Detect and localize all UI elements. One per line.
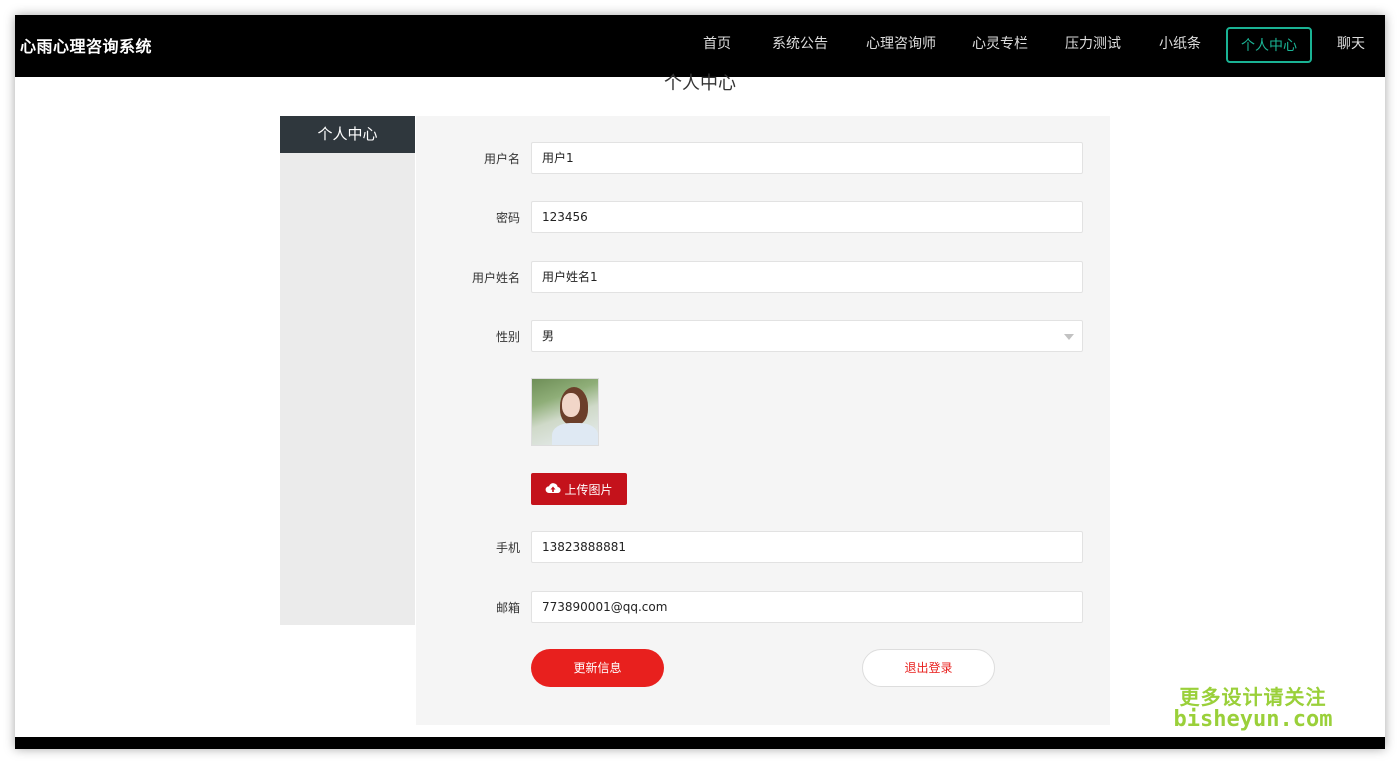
nav-item-announcements[interactable]: 系统公告 (772, 33, 828, 53)
page-title: 个人中心 (664, 73, 736, 94)
avatar-preview (531, 378, 599, 446)
logout-button[interactable]: 退出登录 (862, 649, 995, 687)
update-info-button[interactable]: 更新信息 (531, 649, 664, 687)
email-field[interactable]: 773890001@qq.com (531, 591, 1083, 623)
nav-item-stress-test[interactable]: 压力测试 (1065, 33, 1121, 53)
nav-item-notes[interactable]: 小纸条 (1159, 33, 1201, 53)
sidebar-item-personal-center[interactable]: 个人中心 (280, 116, 415, 153)
email-label: 邮箱 (495, 601, 520, 615)
password-label: 密码 (495, 211, 520, 225)
brand-title: 心雨心理咨询系统 (20, 37, 153, 56)
nav-item-soul-column[interactable]: 心灵专栏 (972, 33, 1028, 53)
top-nav-bar: 心雨心理咨询系统 首页 系统公告 心理咨询师 心灵专栏 压力测试 小纸条 个人中… (15, 15, 1385, 77)
username-label: 用户名 (483, 152, 520, 166)
watermark: 更多设计请关注 bisheyun.com (1173, 685, 1333, 732)
upload-image-label: 上传图片 (564, 482, 613, 497)
chevron-down-icon (1064, 334, 1074, 340)
profile-form-panel: 用户名 用户1 密码 123456 用户姓名 用户姓名1 性别 男 上传图片 手… (416, 116, 1110, 725)
nav-item-counselors[interactable]: 心理咨询师 (866, 33, 936, 53)
watermark-line1: 更多设计请关注 (1179, 685, 1327, 709)
nav-item-home[interactable]: 首页 (703, 33, 731, 53)
nav-item-chat[interactable]: 聊天 (1337, 33, 1365, 53)
gender-select[interactable]: 男 (531, 320, 1083, 352)
username-field[interactable]: 用户1 (531, 142, 1083, 174)
gender-label: 性别 (495, 330, 520, 344)
phone-label: 手机 (495, 541, 520, 555)
sidebar: 个人中心 (280, 116, 415, 625)
phone-field[interactable]: 13823888881 (531, 531, 1083, 563)
app-window: 心雨心理咨询系统 首页 系统公告 心理咨询师 心灵专栏 压力测试 小纸条 个人中… (15, 15, 1385, 749)
fullname-field[interactable]: 用户姓名1 (531, 261, 1083, 293)
fullname-label: 用户姓名 (471, 271, 520, 285)
nav-item-personal-center[interactable]: 个人中心 (1226, 27, 1312, 63)
watermark-line2: bisheyun.com (1173, 707, 1333, 732)
upload-image-button[interactable]: 上传图片 (531, 473, 627, 505)
password-field[interactable]: 123456 (531, 201, 1083, 233)
cloud-upload-icon (545, 482, 564, 497)
footer-bar (15, 737, 1385, 749)
gender-select-value: 男 (542, 329, 555, 343)
